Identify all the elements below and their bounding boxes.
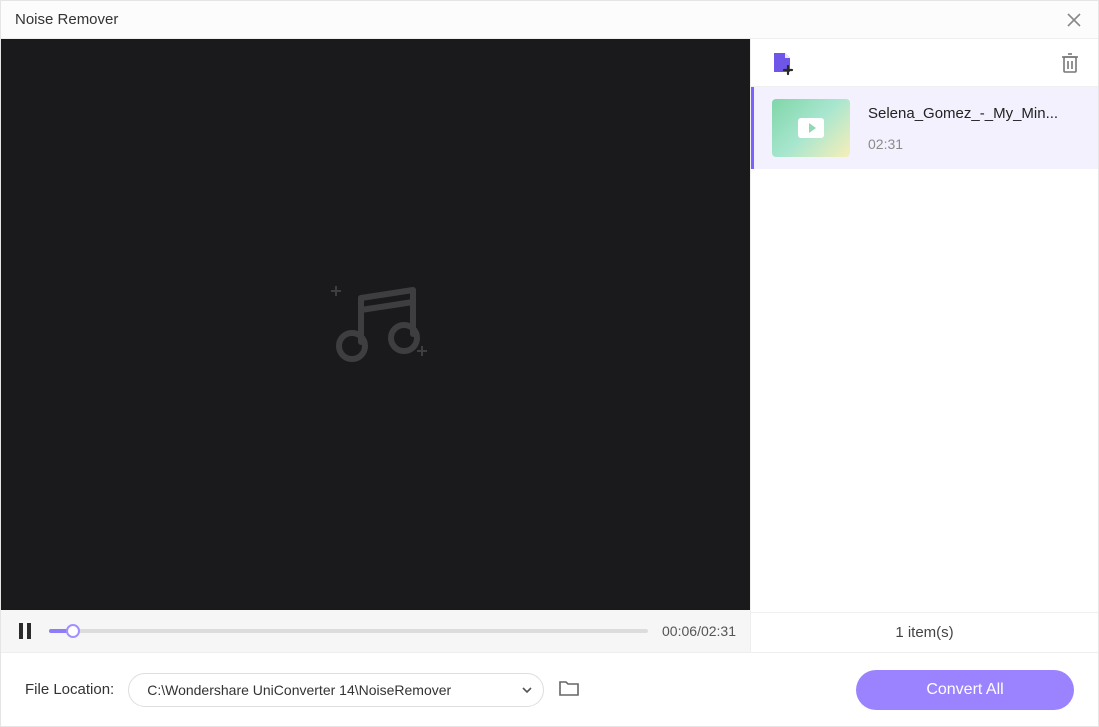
play-icon [798,118,824,138]
seek-bar[interactable] [49,629,648,633]
pause-icon [19,623,23,639]
preview-panel: 00:06/02:31 [1,39,750,652]
add-file-icon [769,50,795,76]
pause-button[interactable] [15,621,35,641]
queue-toolbar [751,39,1098,87]
chevron-down-icon [521,684,533,696]
current-time: 00:06 [662,623,697,639]
folder-icon [558,678,580,698]
player-controls: 00:06/02:31 [1,610,750,652]
open-folder-button[interactable] [558,678,582,702]
file-list: Selena_Gomez_-_My_Min... 02:31 [751,87,1098,612]
file-duration: 02:31 [868,136,1058,152]
queue-panel: Selena_Gomez_-_My_Min... 02:31 1 item(s) [750,39,1098,652]
close-icon [1066,12,1082,28]
media-preview [1,39,750,610]
total-time: 02:31 [701,623,736,639]
time-display: 00:06/02:31 [662,623,736,639]
footer-bar: File Location: C:\Wondershare UniConvert… [1,652,1098,726]
window-title: Noise Remover [15,11,118,28]
trash-icon [1060,52,1080,74]
clear-queue-button[interactable] [1060,52,1082,74]
titlebar: Noise Remover [1,1,1098,39]
convert-all-label: Convert All [926,681,1003,699]
convert-all-button[interactable]: Convert All [856,670,1074,710]
music-note-icon [321,280,431,370]
file-location-dropdown[interactable]: C:\Wondershare UniConverter 14\NoiseRemo… [128,673,544,707]
close-button[interactable] [1064,10,1084,30]
file-location-path: C:\Wondershare UniConverter 14\NoiseRemo… [147,682,451,698]
file-name: Selena_Gomez_-_My_Min... [868,105,1058,122]
item-count: 1 item(s) [751,612,1098,652]
video-thumbnail [772,99,850,157]
file-location-label: File Location: [25,681,114,698]
add-file-button[interactable] [769,50,795,76]
list-item[interactable]: Selena_Gomez_-_My_Min... 02:31 [751,87,1098,169]
